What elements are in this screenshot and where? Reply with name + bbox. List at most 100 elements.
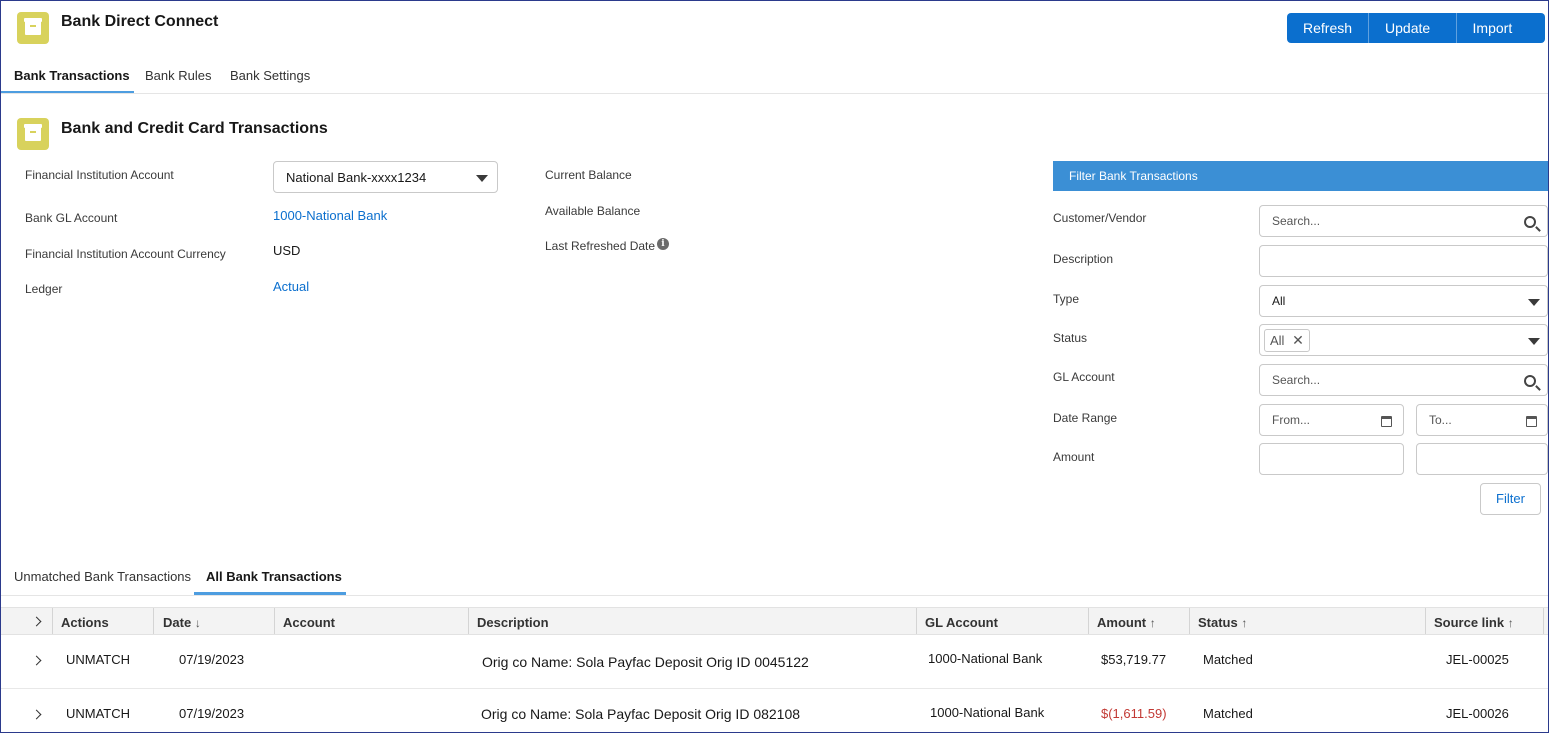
currency-label: Financial Institution Account Currency [25,247,226,261]
tab-unmatched-bank-transactions[interactable]: Unmatched Bank Transactions [14,569,191,584]
caret-down-icon [1528,299,1540,306]
remove-icon[interactable]: ✕ [1292,332,1304,348]
available-balance-label: Available Balance [545,204,641,218]
filter-button[interactable]: Filter [1480,483,1541,515]
caret-down-icon [476,175,488,182]
archive-icon [17,118,49,150]
status-label: Status [1053,331,1088,345]
info-icon[interactable]: i [657,238,669,250]
column-separator [153,608,154,634]
filter-panel-header: Filter Bank Transactions [1053,161,1548,191]
amount-label: Amount [1053,450,1095,464]
status-pill-label: All [1270,333,1285,348]
date-to-placeholder: To... [1429,413,1452,427]
unmatch-link[interactable]: UNMATCH [66,652,130,667]
search-icon [1524,375,1536,387]
row-gl-account-link[interactable]: 1000-National Bank [928,651,1042,666]
type-select[interactable]: All [1259,285,1548,317]
expand-row-chevron-icon[interactable] [31,709,42,720]
calendar-icon[interactable] [1526,416,1537,427]
import-file-button[interactable]: Import File [1455,13,1545,66]
row-source-link[interactable]: JEL-00025 [1446,652,1509,667]
financial-institution-account-value: National Bank-xxxx1234 [286,170,427,185]
gl-account-label: GL Account [1053,370,1115,384]
customer-vendor-placeholder: Search... [1272,214,1321,228]
ledger-label: Ledger [25,282,63,296]
column-separator [916,608,917,634]
column-separator [1088,608,1089,634]
refresh-button[interactable]: Refresh [1287,13,1368,43]
customer-vendor-label: Customer/Vendor [1053,211,1147,225]
column-separator [1425,608,1426,634]
column-separator [1543,608,1544,634]
update-all-button[interactable]: Update All [1368,13,1456,66]
bank-gl-account-link[interactable]: 1000-National Bank [273,208,387,223]
column-separator [468,608,469,634]
gl-account-search-input[interactable]: Search... [1259,364,1548,396]
type-label: Type [1053,292,1080,306]
row-date: 07/19/2023 [179,652,245,667]
amount-min-input[interactable] [1259,443,1404,475]
subtabs-divider [1,595,1548,596]
column-actions: Actions [61,615,109,630]
amount-max-input[interactable] [1416,443,1548,475]
tabs-divider [1,93,1548,94]
row-description: Orig co Name: Sola Payfac Deposit Orig I… [481,706,801,722]
description-label: Description [1053,252,1114,266]
sort-up-arrow-icon: ↑ [1507,616,1514,630]
row-gl-account-link[interactable]: 1000-National Bank [930,705,1044,720]
date-to-input[interactable]: To... [1416,404,1548,436]
section-title: Bank and Credit Card Transactions [61,120,328,137]
tab-bank-settings[interactable]: Bank Settings [230,68,310,83]
table-header: Actions Date ↓ Account Description GL Ac… [1,607,1548,635]
tab-bank-transactions[interactable]: Bank Transactions [14,68,130,83]
table-row: UNMATCH 07/19/2023 Orig co Name: Sola Pa… [1,689,1548,732]
column-description[interactable]: Description [477,615,549,630]
bank-gl-account-label: Bank GL Account [25,211,118,225]
caret-down-icon [1528,338,1540,345]
column-separator [274,608,275,634]
date-from-input[interactable]: From... [1259,404,1404,436]
row-source-link[interactable]: JEL-00026 [1446,706,1509,721]
last-refreshed-date-label: Last Refreshed Date [545,239,656,253]
current-balance-label: Current Balance [545,168,632,182]
ledger-link[interactable]: Actual [273,279,309,294]
status-pill: All ✕ [1264,329,1310,352]
currency-value: USD [273,243,301,258]
date-range-label: Date Range [1053,411,1118,425]
date-from-placeholder: From... [1272,413,1310,427]
column-amount[interactable]: Amount ↑ [1097,615,1156,630]
tab-bank-rules[interactable]: Bank Rules [145,68,211,83]
tab-all-bank-transactions[interactable]: All Bank Transactions [206,569,342,584]
column-source-link[interactable]: Source link ↑ [1434,615,1514,630]
expand-all-chevron-icon[interactable] [31,616,42,627]
status-multiselect[interactable]: All ✕ [1259,324,1548,356]
row-amount: $53,719.77 [1101,652,1167,667]
row-status: Matched [1203,706,1253,721]
expand-row-chevron-icon[interactable] [31,655,42,666]
customer-vendor-search-input[interactable]: Search... [1259,205,1548,237]
header-button-group: Refresh Update All Import File [1287,13,1545,66]
column-account[interactable]: Account [283,615,335,630]
column-date[interactable]: Date ↓ [163,615,201,630]
column-gl-account[interactable]: GL Account [925,615,998,630]
gl-account-placeholder: Search... [1272,373,1321,387]
row-description: Orig co Name: Sola Payfac Deposit Orig I… [482,654,809,670]
financial-institution-account-label: Financial Institution Account [25,168,174,182]
archive-icon [17,12,49,44]
column-separator [52,608,53,634]
sort-up-arrow-icon: ↑ [1149,616,1156,630]
type-value: All [1272,294,1286,308]
column-status[interactable]: Status ↑ [1198,615,1247,630]
financial-institution-account-select[interactable]: National Bank-xxxx1234 [273,161,498,193]
unmatch-link[interactable]: UNMATCH [66,706,130,721]
column-separator [1189,608,1190,634]
app-window: Bank Direct Connect Refresh Update All I… [0,0,1549,733]
row-amount: $(1,611.59) [1101,706,1167,721]
sort-down-arrow-icon: ↓ [194,616,201,630]
description-input[interactable] [1259,245,1548,277]
calendar-icon[interactable] [1381,416,1392,427]
sort-up-arrow-icon: ↑ [1241,616,1248,630]
row-date: 07/19/2023 [179,706,245,721]
row-status: Matched [1203,652,1253,667]
